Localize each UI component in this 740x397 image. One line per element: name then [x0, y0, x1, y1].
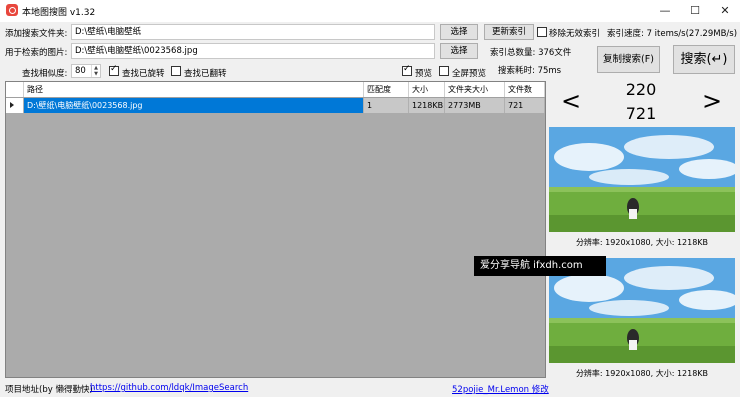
- table-row[interactable]: D:\壁纸\电脑壁纸\0023568.jpg 1 1218KB 2773MB 7…: [6, 98, 545, 113]
- find-rotated-checkbox[interactable]: [109, 64, 119, 76]
- query-image-preview[interactable]: [549, 127, 735, 232]
- folder-path-input[interactable]: D:\壁纸\电脑壁纸: [71, 24, 435, 40]
- similarity-value: 80: [75, 66, 86, 76]
- find-flipped-label: 查找已翻转: [184, 69, 227, 79]
- watermark-banner: 爱分享导航 ifxdh.com: [474, 256, 606, 276]
- project-label: 项目地址(by 懒得勤快):: [5, 385, 96, 395]
- stepper-arrows-icon[interactable]: ▲ ▼: [91, 65, 100, 77]
- fullscreen-preview-checkbox[interactable]: [439, 66, 449, 76]
- similarity-label: 查找相似度:: [22, 69, 68, 79]
- select-folder-button[interactable]: 选择: [440, 24, 478, 40]
- previous-arrow[interactable]: <: [561, 89, 581, 113]
- search-button[interactable]: 搜索(↵): [673, 45, 735, 74]
- remove-invalid-label: 移除无效索引: [549, 29, 601, 39]
- search-time-text: 搜索耗时: 75ms: [498, 66, 562, 76]
- title-bar: 本地图搜图 v1.32 — ☐ ✕: [0, 0, 740, 22]
- preview-caption-2: 分辨率: 1920x1080, 大小: 1218KB: [575, 369, 709, 378]
- minimize-button[interactable]: —: [650, 0, 680, 22]
- row-header-corner: [6, 82, 24, 97]
- window-title: 本地图搜图 v1.32: [22, 8, 96, 18]
- modder-link[interactable]: 52pojie_Mr.Lemon 修改: [452, 383, 549, 395]
- fullscreen-preview-label: 全屏预览: [452, 69, 487, 79]
- preview-caption-1: 分辨率: 1920x1080, 大小: 1218KB: [575, 238, 709, 247]
- column-header-path[interactable]: 路径: [24, 82, 364, 97]
- add-folder-label: 添加搜索文件夹:: [5, 29, 68, 39]
- index-speed-text: 索引速度: 7 items/s(27.29MB/s): [607, 29, 738, 39]
- image-width-value: 220: [625, 80, 657, 99]
- app-icon: [6, 4, 18, 16]
- image-height-value: 721: [625, 104, 657, 123]
- cell-path[interactable]: D:\壁纸\电脑壁纸\0023568.jpg: [24, 98, 364, 113]
- cell-folder-size[interactable]: 2773MB: [445, 98, 505, 113]
- query-image-label: 用于检索的图片:: [5, 48, 68, 58]
- cell-file-count[interactable]: 721: [505, 98, 545, 113]
- preview-label: 预览: [415, 69, 433, 79]
- results-grid[interactable]: 路径 匹配度 大小 文件夹大小 文件数 D:\壁纸\电脑壁纸\0023568.j…: [5, 81, 546, 378]
- cell-match[interactable]: 1: [364, 98, 409, 113]
- similarity-stepper[interactable]: 80 ▲ ▼: [71, 64, 101, 78]
- column-header-file-count[interactable]: 文件数: [505, 82, 545, 97]
- row-selector[interactable]: [6, 98, 24, 113]
- query-image-input[interactable]: D:\壁纸\电脑壁纸\0023568.jpg: [71, 43, 435, 59]
- column-header-match[interactable]: 匹配度: [364, 82, 409, 97]
- maximize-button[interactable]: ☐: [680, 0, 710, 22]
- close-button[interactable]: ✕: [710, 0, 740, 22]
- column-header-folder-size[interactable]: 文件夹大小: [445, 82, 505, 97]
- update-index-button[interactable]: 更新索引: [484, 24, 534, 40]
- cell-size[interactable]: 1218KB: [409, 98, 445, 113]
- select-image-button[interactable]: 选择: [440, 43, 478, 59]
- find-flipped-checkbox[interactable]: [171, 66, 181, 76]
- copy-search-button[interactable]: 复制搜索(F): [597, 46, 660, 73]
- next-arrow[interactable]: >: [702, 89, 722, 113]
- preview-checkbox[interactable]: [402, 64, 412, 76]
- remove-invalid-checkbox[interactable]: [537, 27, 547, 37]
- project-link[interactable]: https://github.com/ldqk/ImageSearch: [90, 383, 248, 393]
- column-header-size[interactable]: 大小: [409, 82, 445, 97]
- find-rotated-label: 查找已旋转: [122, 69, 165, 79]
- index-total-text: 索引总数量: 376文件: [490, 48, 572, 58]
- grid-header: 路径 匹配度 大小 文件夹大小 文件数: [6, 82, 545, 98]
- current-row-icon: [10, 102, 14, 108]
